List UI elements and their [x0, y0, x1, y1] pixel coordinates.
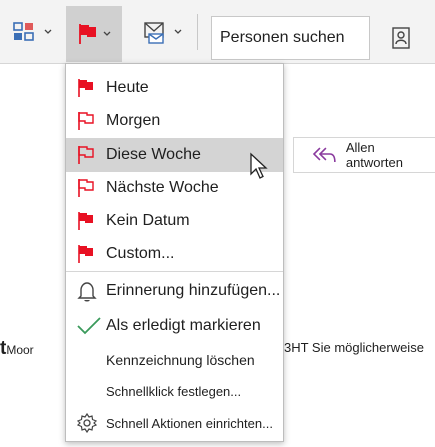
flag-icon: [77, 111, 95, 131]
message-snippet-left: tMoor: [0, 338, 34, 360]
chevron-down-icon: [174, 29, 182, 34]
follow-up-flag-button[interactable]: [66, 6, 122, 62]
snippet-text: Moor: [6, 343, 34, 357]
menu-item-label: Heute: [106, 79, 149, 96]
menu-item-set-quick-click[interactable]: Schnellklick festlegen...: [66, 376, 283, 406]
menu-item-heute[interactable]: Heute: [66, 72, 283, 104]
menu-item-morgen[interactable]: Morgen: [66, 105, 283, 137]
menu-item-label: Schnell Aktionen einrichten...: [106, 415, 273, 431]
reply-all-label: Allen antworten: [345, 140, 403, 170]
menu-item-quick-actions[interactable]: Schnell Aktionen einrichten...: [66, 407, 283, 439]
menu-item-custom[interactable]: Custom...: [66, 238, 283, 270]
menu-item-clear-flag[interactable]: Kennzeichnung löschen: [66, 344, 283, 376]
menu-divider: [66, 271, 283, 272]
menu-item-label: Custom...: [106, 245, 175, 262]
address-book-button[interactable]: [382, 16, 420, 60]
checkmark-icon: [77, 317, 101, 335]
address-book-icon: [392, 27, 410, 49]
message-snippet-right: 3HT Sie möglicherweise: [284, 340, 424, 355]
menu-item-kein-datum[interactable]: Kein Datum: [66, 205, 283, 237]
flag-icon: [77, 244, 95, 264]
menu-item-label: Kein Datum: [106, 212, 190, 229]
menu-item-label: Erinnerung hinzufügen...: [106, 282, 281, 299]
reply-all-icon: [312, 147, 336, 162]
flag-icon: [77, 145, 95, 165]
chevron-down-icon: [103, 31, 111, 36]
menu-item-label: Morgen: [106, 112, 161, 129]
mail-rules-icon: [144, 22, 164, 44]
follow-up-flag-menu: Heute Morgen Diese Woche Nächste Woche K…: [65, 63, 284, 442]
categorize-button[interactable]: [8, 10, 56, 54]
mouse-pointer-icon: [250, 152, 268, 179]
gear-icon: [77, 413, 97, 433]
flag-icon: [77, 178, 95, 198]
menu-item-label: Nächste Woche: [106, 179, 219, 196]
ribbon-toolbar: Personen suchen: [0, 0, 435, 64]
categorize-icon: [13, 22, 34, 41]
people-search-box[interactable]: Personen suchen: [211, 16, 370, 60]
menu-item-mark-complete[interactable]: Als erledigt markieren: [66, 309, 283, 343]
menu-item-label: Als erledigt markieren: [106, 317, 261, 334]
chevron-down-icon: [44, 29, 52, 34]
flag-icon: [77, 78, 95, 98]
bell-icon: [77, 280, 97, 302]
menu-item-add-reminder[interactable]: Erinnerung hinzufügen...: [66, 274, 283, 308]
menu-item-label: Schnellklick festlegen...: [106, 383, 242, 399]
menu-item-label: Kennzeichnung löschen: [106, 352, 255, 368]
rules-button[interactable]: [138, 10, 186, 54]
reply-all-button[interactable]: Allen antworten: [293, 137, 435, 173]
toolbar-divider: [197, 14, 198, 50]
flag-icon: [79, 24, 96, 44]
flag-icon: [77, 211, 95, 231]
menu-item-label: Diese Woche: [106, 146, 201, 163]
